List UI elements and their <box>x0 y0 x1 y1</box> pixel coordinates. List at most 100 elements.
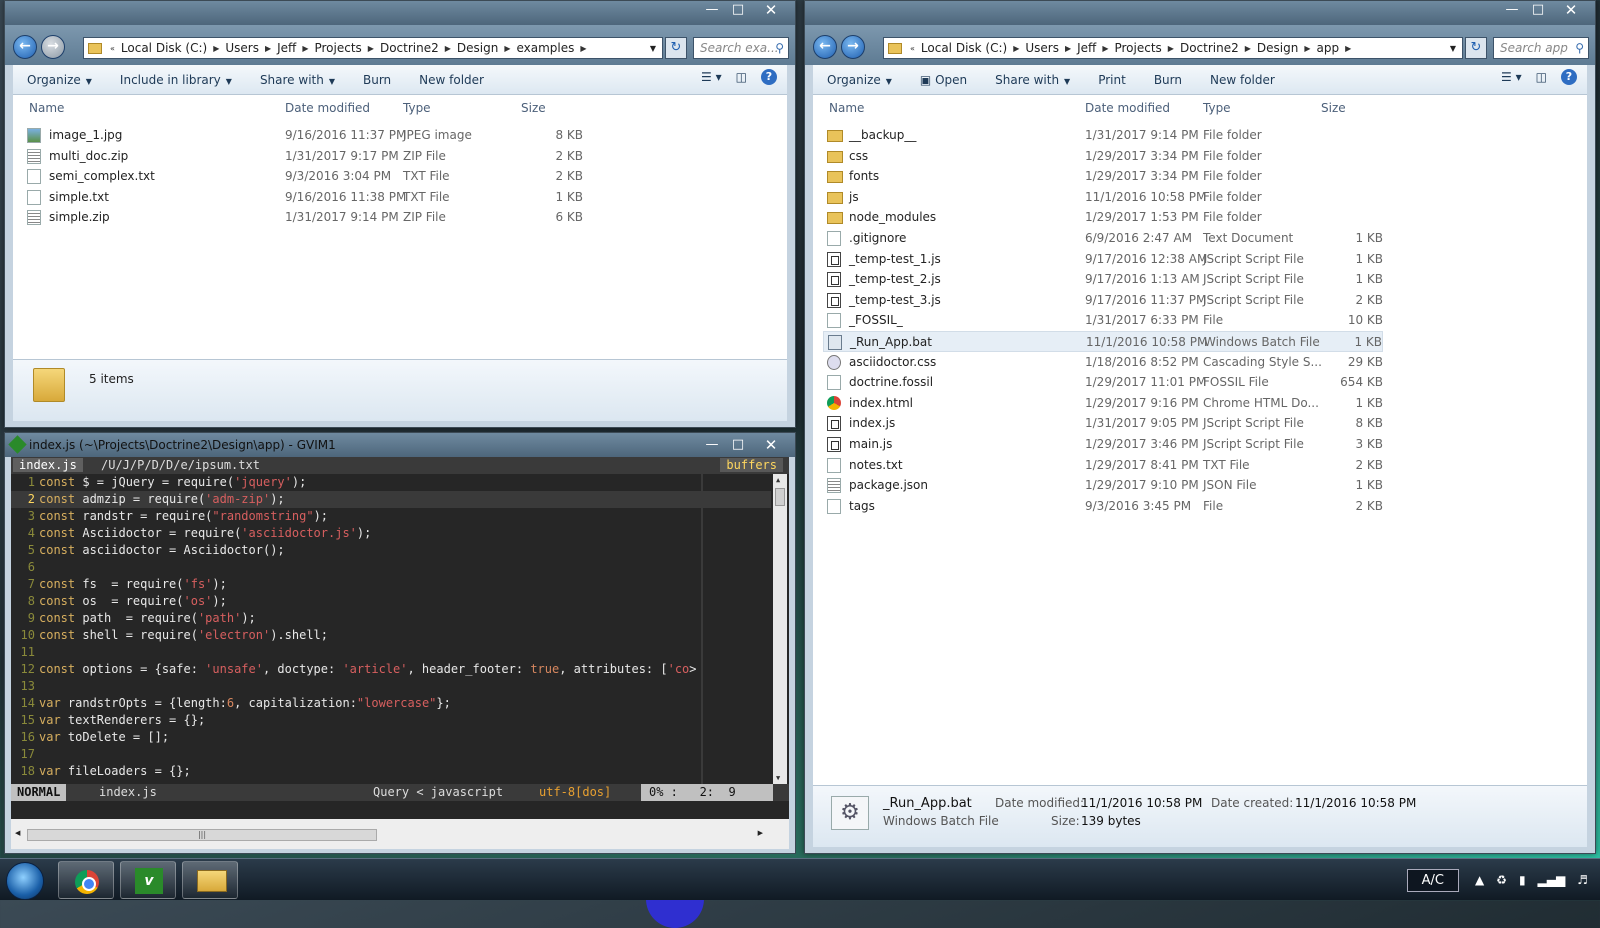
column-name[interactable]: Name <box>29 101 64 115</box>
column-name[interactable]: Name <box>829 101 864 115</box>
burn-button[interactable]: Burn <box>1140 73 1196 87</box>
breadcrumb[interactable]: Local Disk (C:) <box>921 41 1007 55</box>
horizontal-scrollbar[interactable]: ◀ ||| ▶ <box>11 819 789 849</box>
preview-pane-icon[interactable]: ◫ <box>1536 70 1547 84</box>
refresh-button[interactable]: ↻ <box>665 37 687 59</box>
code-line[interactable]: 13 <box>11 678 771 695</box>
code-line[interactable]: 5 const asciidoctor = Asciidoctor(); <box>11 542 771 559</box>
scroll-left-icon[interactable]: ◀ <box>15 829 20 837</box>
file-row[interactable]: main.js 1/29/2017 3:46 PM JScript Script F… <box>823 434 1383 455</box>
forward-button[interactable]: → <box>41 35 65 59</box>
file-row[interactable]: index.js 1/31/2017 9:05 PM JScript Script … <box>823 413 1383 434</box>
code-line[interactable]: 14 var randstrOpts = {length:6, capitaliz… <box>11 695 771 712</box>
code-line[interactable]: 1 const $ = jQuery = require('jquery'); <box>11 474 771 491</box>
scroll-up-icon[interactable]: ▲ <box>776 476 780 484</box>
file-row[interactable]: tags 9/3/2016 3:45 PM File 2 KB <box>823 496 1383 517</box>
view-options-icon[interactable]: ☰ ▾ <box>701 70 722 84</box>
start-button[interactable] <box>6 862 44 900</box>
search-input[interactable]: Search exa... ⚲ <box>693 37 789 59</box>
volume-icon[interactable]: ♬ <box>1577 873 1588 887</box>
breadcrumb[interactable]: app <box>1316 41 1339 55</box>
code-line[interactable]: 16 var toDelete = []; <box>11 729 771 746</box>
column-size[interactable]: Size <box>521 101 546 115</box>
file-row[interactable]: package.json 1/29/2017 9:10 PM JSON File 1 … <box>823 475 1383 496</box>
taskbar-chrome[interactable] <box>58 861 114 899</box>
battery-icon[interactable]: ▮ <box>1519 873 1526 887</box>
share-with-button[interactable]: Share with ▼ <box>246 73 349 87</box>
forward-button[interactable]: → <box>841 35 865 59</box>
file-row[interactable]: node_modules 1/29/2017 1:53 PM File folder <box>823 207 1383 228</box>
file-row[interactable]: notes.txt 1/29/2017 8:41 PM TXT File 2 KB <box>823 455 1383 476</box>
chevron-down-icon[interactable]: ▼ <box>650 44 656 53</box>
preview-pane-icon[interactable]: ◫ <box>736 70 747 84</box>
breadcrumb[interactable]: Users <box>225 41 259 55</box>
maximize-icon[interactable]: □ <box>725 1 751 19</box>
maximize-icon[interactable]: □ <box>725 436 751 454</box>
search-input[interactable]: Search app ⚲ <box>1493 37 1589 59</box>
file-row[interactable]: _Run_App.bat 11/1/2016 10:58 PM Windows Ba… <box>823 331 1383 352</box>
include-in-library-button[interactable]: Include in library ▼ <box>106 73 246 87</box>
print-button[interactable]: Print <box>1084 73 1140 87</box>
help-icon[interactable]: ? <box>1561 69 1577 85</box>
code-line[interactable]: 17 <box>11 746 771 763</box>
organize-button[interactable]: Organize ▼ <box>813 73 906 87</box>
file-row[interactable]: doctrine.fossil 1/29/2017 11:01 PM FOSSIL … <box>823 372 1383 393</box>
breadcrumb[interactable]: Local Disk (C:) <box>121 41 207 55</box>
scroll-thumb[interactable]: ||| <box>27 829 377 841</box>
file-row[interactable]: _temp-test_2.js 9/17/2016 1:13 AM JScript … <box>823 269 1383 290</box>
breadcrumb[interactable]: Projects <box>1114 41 1161 55</box>
minimize-icon[interactable]: — <box>1499 1 1525 19</box>
column-size[interactable]: Size <box>1321 101 1346 115</box>
tab-ipsum-txt[interactable]: /U/J/P/D/D/e/ipsum.txt <box>101 458 260 472</box>
breadcrumb[interactable]: Projects <box>314 41 361 55</box>
taskbar-explorer[interactable] <box>182 861 238 899</box>
code-line[interactable]: 9 const path = require('path'); <box>11 610 771 627</box>
breadcrumb[interactable]: Users <box>1025 41 1059 55</box>
code-line[interactable]: 10 const shell = require('electron').shel… <box>11 627 771 644</box>
new-folder-button[interactable]: New folder <box>1196 73 1289 87</box>
code-line[interactable]: 7 const fs = require('fs'); <box>11 576 771 593</box>
help-icon[interactable]: ? <box>761 69 777 85</box>
scroll-down-icon[interactable]: ▼ <box>776 774 780 782</box>
file-row[interactable]: simple.zip 1/31/2017 9:14 PM ZIP File 6 KB <box>23 207 583 228</box>
window-titlebar[interactable]: index.js (~\Projects\Doctrine2\Design\ap… <box>5 433 795 457</box>
breadcrumb[interactable]: examples <box>516 41 574 55</box>
file-row[interactable]: .gitignore 6/9/2016 2:47 AM Text Document 1… <box>823 228 1383 249</box>
code-line[interactable]: 6 <box>11 559 771 576</box>
file-row[interactable]: _temp-test_3.js 9/17/2016 11:37 PM JScript… <box>823 290 1383 311</box>
minimize-icon[interactable]: — <box>699 1 725 19</box>
code-line[interactable]: 8 const os = require('os'); <box>11 593 771 610</box>
editor-area[interactable]: index.js /U/J/P/D/D/e/ipsum.txt buffers … <box>11 457 789 819</box>
file-row[interactable]: asciidoctor.css 1/18/2016 8:52 PM Cascadin… <box>823 352 1383 373</box>
code-line[interactable]: 2 const admzip = require('adm-zip'); <box>11 491 771 508</box>
close-icon[interactable]: ✕ <box>751 436 791 454</box>
maximize-icon[interactable]: □ <box>1525 1 1551 19</box>
code-lines[interactable]: 1 const $ = jQuery = require('jquery'); 2 c… <box>11 474 771 780</box>
file-row[interactable]: image_1.jpg 9/16/2016 11:37 PM JPEG image 8… <box>23 125 583 146</box>
file-row[interactable]: _FOSSIL_ 1/31/2017 6:33 PM File 10 KB <box>823 310 1383 331</box>
breadcrumb[interactable]: Jeff <box>1077 41 1096 55</box>
tray-expand-icon[interactable]: ▲ <box>1475 873 1484 887</box>
ac-indicator[interactable]: A/C <box>1406 868 1459 892</box>
code-line[interactable]: 11 <box>11 644 771 661</box>
file-row[interactable]: semi_complex.txt 9/3/2016 3:04 PM TXT File… <box>23 166 583 187</box>
minimize-icon[interactable]: — <box>699 436 725 454</box>
code-line[interactable]: 15 var textRenderers = {}; <box>11 712 771 729</box>
back-button[interactable]: ← <box>13 35 37 59</box>
back-button[interactable]: ← <box>813 35 837 59</box>
scroll-right-icon[interactable]: ▶ <box>758 829 763 837</box>
open-button[interactable]: ▣ Open <box>906 73 981 87</box>
file-row[interactable]: __backup__ 1/31/2017 9:14 PM File folder <box>823 125 1383 146</box>
code-line[interactable]: 4 const Asciidoctor = require('asciidocto… <box>11 525 771 542</box>
code-line[interactable]: 18 var fileLoaders = {}; <box>11 763 771 780</box>
file-row[interactable]: simple.txt 9/16/2016 11:38 PM TXT File 1 KB <box>23 187 583 208</box>
view-options-icon[interactable]: ☰ ▾ <box>1501 70 1522 84</box>
code-line[interactable]: 12 const options = {safe: 'unsafe', docty… <box>11 661 771 678</box>
vertical-scrollbar[interactable]: ▲ ▼ <box>773 474 787 784</box>
address-bar[interactable]: « Local Disk (C:) ▶ Users ▶ Jeff ▶ Projects… <box>883 37 1463 59</box>
new-folder-button[interactable]: New folder <box>405 73 498 87</box>
file-row[interactable]: index.html 1/29/2017 9:16 PM Chrome HTML D… <box>823 393 1383 414</box>
network-share-icon[interactable]: ♻ <box>1496 873 1507 887</box>
burn-button[interactable]: Burn <box>349 73 405 87</box>
breadcrumb[interactable]: Design <box>457 41 498 55</box>
